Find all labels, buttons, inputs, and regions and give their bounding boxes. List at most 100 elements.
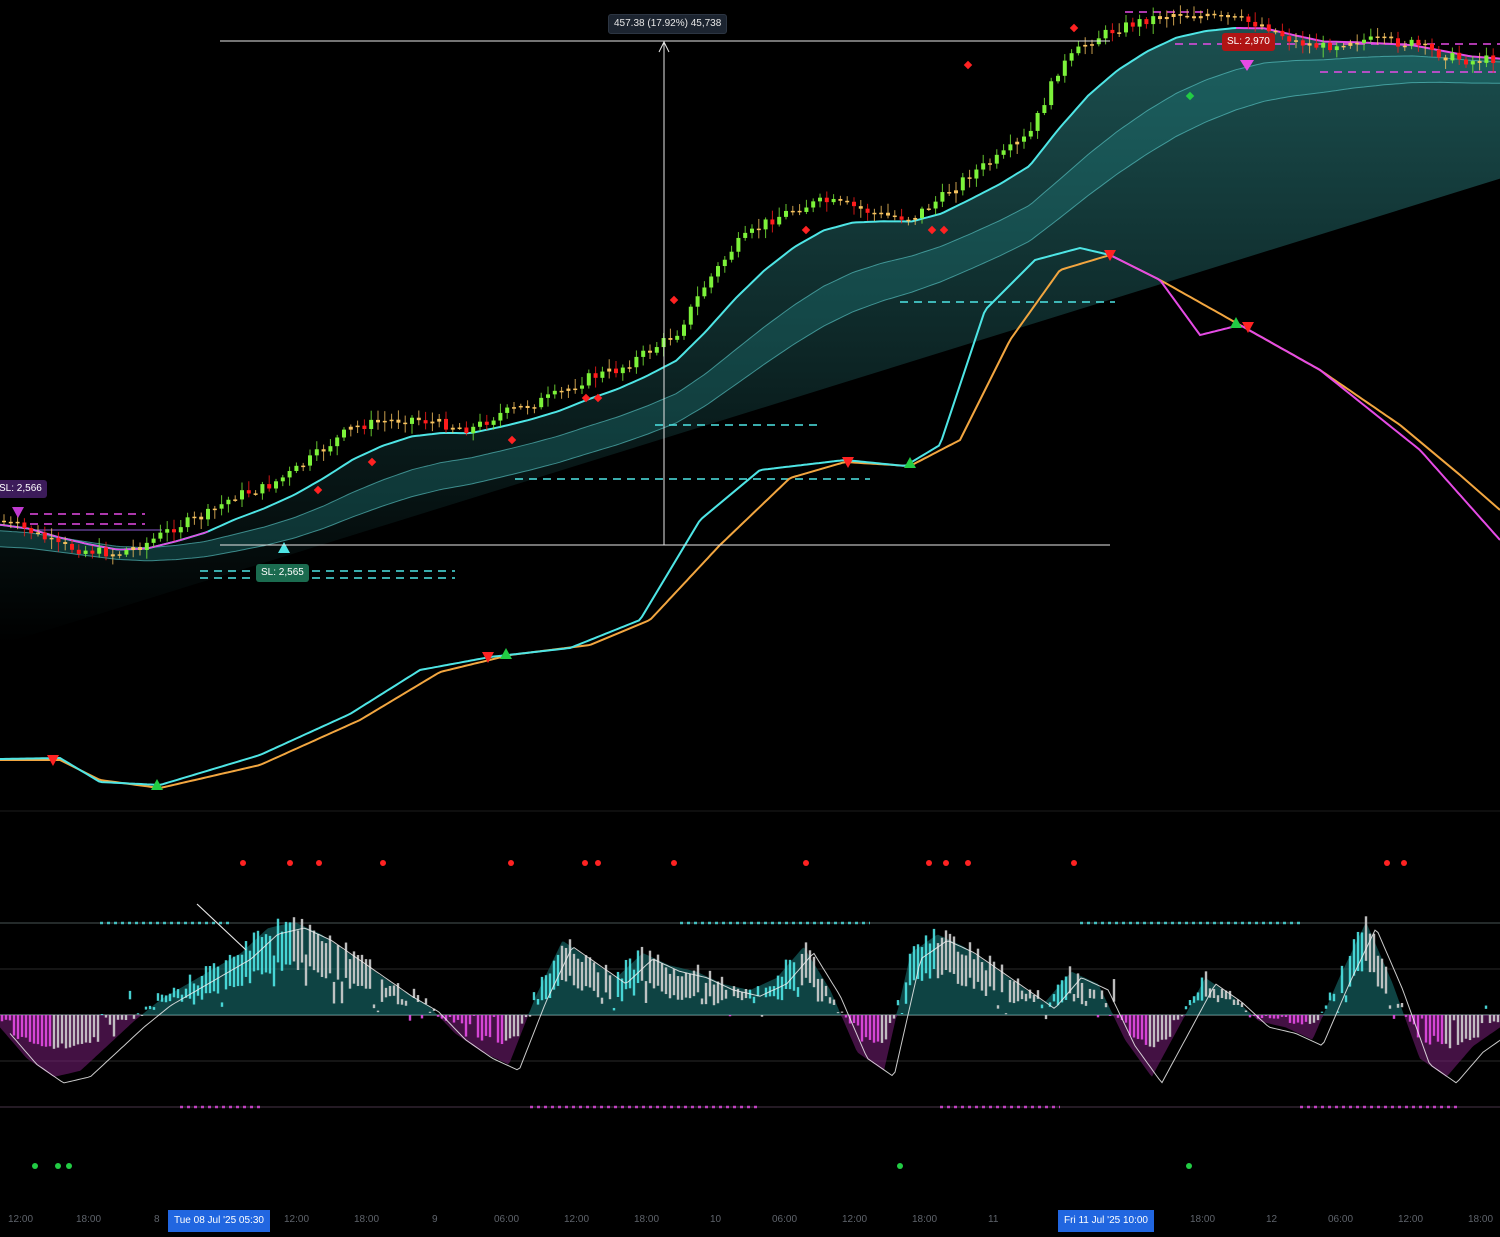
osc-histogram-bar	[120, 1015, 124, 1020]
oversold-dot	[897, 1163, 903, 1169]
candle-body	[722, 259, 727, 267]
candle-body	[369, 419, 374, 430]
osc-histogram-bar	[716, 981, 720, 1004]
candle-body	[994, 154, 999, 164]
osc-histogram-bar	[224, 960, 228, 990]
osc-histogram-bar	[1136, 1015, 1140, 1039]
osc-histogram-bar	[1360, 932, 1364, 972]
osc-histogram-bar	[1168, 1015, 1172, 1037]
candle-body	[566, 388, 571, 391]
candle-body	[1423, 43, 1428, 46]
osc-histogram-bar	[168, 993, 172, 1002]
candle-body	[797, 210, 802, 213]
time-range-end: Fri 11 Jul '25 10:00	[1058, 1210, 1154, 1232]
osc-histogram-bar	[216, 966, 220, 994]
chart-area[interactable]: 457.38 (17.92%) 45,738 SL: 2,566 SL: 2,5…	[0, 0, 1500, 1232]
candle-body	[423, 420, 428, 424]
osc-histogram-bar	[1156, 1015, 1160, 1042]
osc-histogram-bar	[488, 1015, 492, 1038]
osc-histogram-bar	[456, 1015, 460, 1020]
candle-body	[1273, 30, 1278, 33]
osc-histogram-bar	[148, 1005, 152, 1010]
osc-histogram-bar	[312, 930, 316, 971]
osc-histogram-bar	[56, 1015, 60, 1048]
osc-histogram-bar	[988, 955, 992, 987]
osc-histogram-bar	[192, 983, 196, 1005]
candle-body	[648, 350, 652, 353]
osc-histogram-bar	[576, 958, 580, 989]
osc-histogram-bar	[1400, 1002, 1404, 1008]
candle-body	[1436, 49, 1441, 58]
overbought-dot	[1401, 860, 1407, 866]
candle-body	[1124, 22, 1128, 33]
osc-histogram-bar	[572, 953, 576, 986]
candle-body	[1001, 150, 1006, 155]
osc-histogram-bar	[236, 955, 240, 987]
cross-marker-up	[500, 648, 512, 659]
candle-body	[1049, 81, 1054, 106]
candle-body	[763, 219, 768, 230]
slow-line-magenta	[1109, 254, 1500, 541]
candle-body	[172, 529, 176, 533]
osc-histogram-bar	[1332, 993, 1336, 1002]
osc-histogram-bar	[612, 1007, 616, 1011]
osc-histogram-bar	[1088, 988, 1092, 999]
time-tick: 11	[988, 1214, 999, 1225]
candle-body	[1464, 59, 1468, 65]
oversold-dot	[66, 1163, 72, 1169]
candle-body	[8, 521, 13, 524]
osc-histogram-bar	[40, 1015, 44, 1047]
osc-histogram-bar	[756, 986, 760, 997]
candle-body	[1192, 16, 1196, 19]
osc-histogram-bar	[80, 1015, 84, 1044]
osc-histogram-bar	[4, 1015, 8, 1020]
cross-marker-up	[1230, 317, 1242, 328]
candle-body	[1491, 55, 1496, 64]
candle-body	[1083, 44, 1088, 47]
osc-histogram-bar	[332, 981, 336, 1004]
osc-histogram-bar	[372, 1004, 376, 1009]
osc-histogram-bar	[648, 950, 652, 984]
candle-body	[260, 484, 265, 494]
candle-body	[246, 490, 251, 494]
osc-histogram-bar	[1304, 1015, 1308, 1022]
osc-histogram-bar	[936, 943, 940, 979]
candle-body	[1056, 75, 1060, 82]
osc-histogram-bar	[176, 989, 180, 999]
candle-body	[274, 481, 278, 489]
osc-histogram-bar	[524, 1015, 528, 1018]
osc-histogram-bar	[1212, 988, 1216, 999]
osc-histogram-bar	[1232, 999, 1236, 1005]
osc-histogram-bar	[540, 976, 544, 1001]
candle-body	[342, 429, 346, 438]
candle-body	[1219, 14, 1224, 17]
osc-histogram-bar	[1160, 1015, 1164, 1040]
osc-histogram-bar	[1276, 1015, 1280, 1019]
osc-histogram-bar	[400, 999, 404, 1005]
candle-body	[430, 421, 435, 424]
candle-body	[668, 338, 673, 340]
osc-histogram-bar	[796, 987, 800, 997]
candle-body	[1062, 60, 1067, 76]
time-tick: 06:00	[1328, 1214, 1354, 1225]
osc-histogram-bar	[976, 948, 980, 982]
osc-histogram-bar	[124, 1015, 128, 1021]
osc-histogram-bar	[920, 947, 924, 981]
chart-canvas[interactable]	[0, 0, 1500, 1232]
candle-body	[729, 251, 734, 260]
time-axis[interactable]: 12:00 18:00 8 12:00 18:00 9 06:00 12:00 18:00 10 0…	[0, 1210, 1500, 1232]
time-tick: 12:00	[842, 1214, 868, 1225]
osc-histogram-bar	[1012, 981, 1016, 1004]
time-tick: 12:00	[8, 1214, 34, 1225]
osc-histogram-bar	[1428, 1015, 1432, 1045]
osc-histogram-bar	[336, 945, 340, 980]
osc-histogram-bar	[520, 1015, 524, 1024]
candle-body	[1035, 113, 1040, 131]
time-tick: 8	[154, 1214, 160, 1225]
osc-histogram-bar	[780, 976, 784, 1001]
osc-histogram-bar	[968, 942, 972, 978]
candle-body	[1457, 52, 1462, 60]
osc-histogram-bar	[1076, 973, 1080, 998]
overbought-dot	[582, 860, 588, 866]
osc-histogram-bar	[1484, 1005, 1488, 1009]
